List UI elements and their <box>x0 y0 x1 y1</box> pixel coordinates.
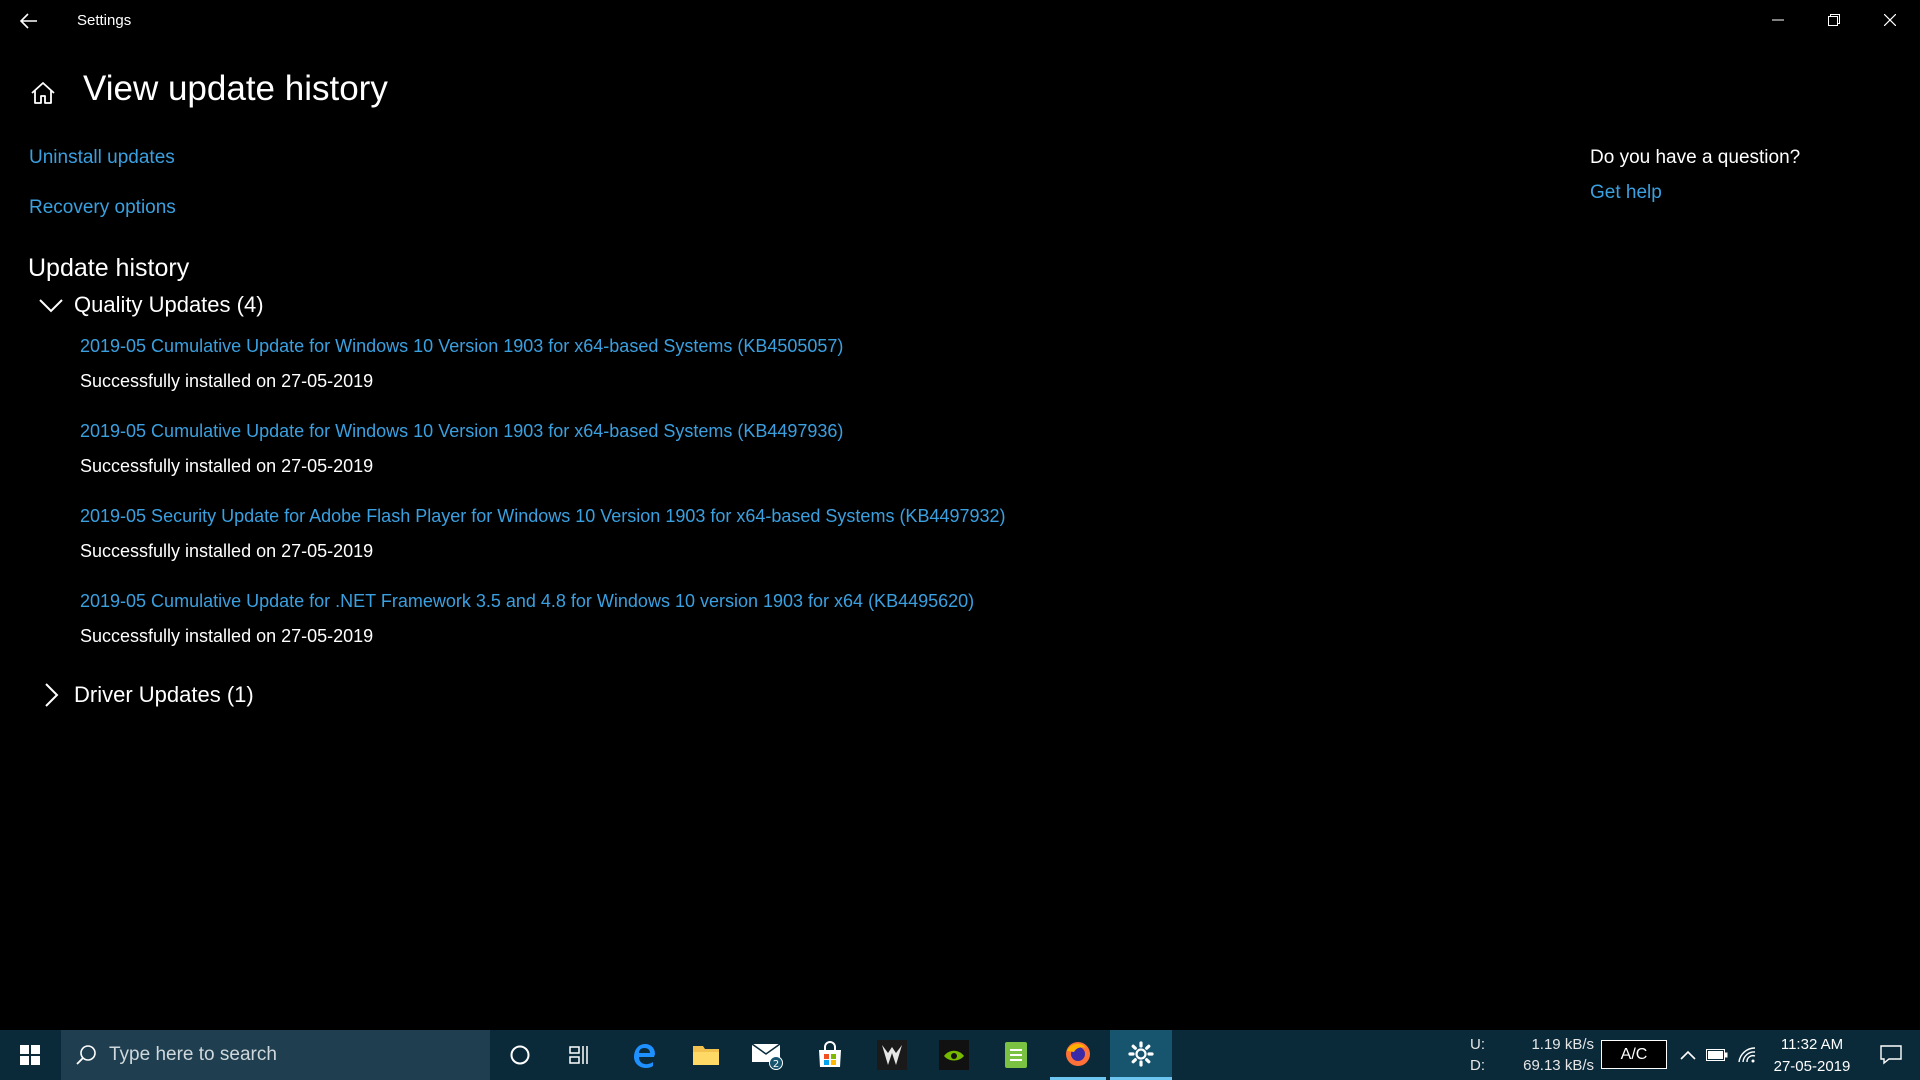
update-item: 2019-05 Cumulative Update for Windows 10… <box>80 336 1006 421</box>
cortana-icon <box>510 1045 530 1065</box>
notes-icon <box>1005 1042 1027 1068</box>
help-question: Do you have a question? <box>1590 147 1801 168</box>
action-center-button[interactable] <box>1866 1030 1916 1080</box>
minimize-button[interactable] <box>1750 0 1806 40</box>
battery-icon <box>1706 1049 1728 1061</box>
search-placeholder: Type here to search <box>109 1044 277 1065</box>
clock-time: 11:32 AM <box>1780 1036 1844 1053</box>
home-icon <box>31 82 55 104</box>
edge-button[interactable] <box>616 1030 672 1080</box>
notes-button[interactable] <box>988 1030 1044 1080</box>
close-icon <box>1884 14 1896 26</box>
update-status: Successfully installed on 27-05-2019 <box>80 456 374 476</box>
edge-icon <box>634 1044 655 1068</box>
net-upload-value: 1.19 kB/s <box>1531 1036 1594 1053</box>
update-status: Successfully installed on 27-05-2019 <box>80 371 374 391</box>
update-item: 2019-05 Security Update for Adobe Flash … <box>80 506 1006 591</box>
update-title-link[interactable]: 2019-05 Cumulative Update for .NET Frame… <box>80 591 1006 626</box>
mail-badge-count: 2 <box>773 1059 779 1070</box>
update-title-link[interactable]: 2019-05 Cumulative Update for Windows 10… <box>80 421 1006 456</box>
store-button[interactable] <box>802 1030 858 1080</box>
clock-date: 27-05-2019 <box>1773 1058 1851 1075</box>
quality-updates-label: Quality Updates (4) <box>74 292 264 317</box>
minimize-icon <box>1772 19 1784 21</box>
wifi-button[interactable] <box>1733 1030 1761 1080</box>
quality-updates-list: 2019-05 Cumulative Update for Windows 10… <box>80 336 1006 676</box>
taskbar: Type here to search 2 U: D: 1.19 kB/s 69… <box>0 1030 1920 1080</box>
mail-icon: 2 <box>751 1043 783 1070</box>
update-item: 2019-05 Cumulative Update for Windows 10… <box>80 421 1006 506</box>
update-history-heading: Update history <box>28 254 190 282</box>
uninstall-updates-link[interactable]: Uninstall updates <box>29 147 175 169</box>
net-upload-label: U: <box>1470 1036 1485 1053</box>
page-title: View update history <box>83 69 388 108</box>
taskbar-clock[interactable]: 11:32 AM 27-05-2019 <box>1764 1034 1860 1078</box>
settings-button[interactable] <box>1110 1030 1172 1080</box>
predator-button[interactable] <box>864 1030 920 1080</box>
network-speed-values: 1.19 kB/s 69.13 kB/s <box>1520 1034 1594 1076</box>
file-explorer-icon <box>693 1046 719 1065</box>
title-bar: Settings <box>0 0 1920 40</box>
net-download-value: 69.13 kB/s <box>1523 1057 1594 1074</box>
net-download-label: D: <box>1470 1057 1485 1074</box>
update-status: Successfully installed on 27-05-2019 <box>80 541 374 561</box>
back-button[interactable] <box>14 6 44 36</box>
update-item: 2019-05 Cumulative Update for .NET Frame… <box>80 591 1006 676</box>
nvidia-icon <box>939 1040 969 1070</box>
chevron-right-icon <box>45 683 59 707</box>
restore-icon <box>1828 14 1840 26</box>
update-status: Successfully installed on 27-05-2019 <box>80 626 374 646</box>
mail-button[interactable]: 2 <box>740 1030 796 1080</box>
quality-updates-group[interactable]: Quality Updates (4) <box>38 292 264 318</box>
chevron-up-icon <box>1680 1050 1696 1060</box>
home-button[interactable] <box>28 78 58 108</box>
start-button[interactable] <box>0 1030 60 1080</box>
app-title: Settings <box>77 12 132 29</box>
notification-icon <box>1880 1045 1902 1065</box>
recovery-options-link[interactable]: Recovery options <box>29 197 176 219</box>
close-button[interactable] <box>1862 0 1918 40</box>
ac-power-badge[interactable]: A/C <box>1601 1040 1667 1069</box>
firefox-button[interactable] <box>1050 1030 1106 1080</box>
task-view-icon <box>569 1046 588 1064</box>
predator-icon <box>877 1040 907 1070</box>
settings-icon <box>1128 1040 1154 1067</box>
cortana-button[interactable] <box>492 1030 548 1080</box>
restore-button[interactable] <box>1806 0 1862 40</box>
taskbar-search-box[interactable]: Type here to search <box>61 1030 490 1080</box>
chevron-down-icon <box>39 299 63 313</box>
get-help-link[interactable]: Get help <box>1590 182 1662 204</box>
battery-button[interactable] <box>1703 1030 1731 1080</box>
file-explorer-button[interactable] <box>678 1030 734 1080</box>
windows-logo-icon <box>20 1045 40 1065</box>
network-speed-labels: U: D: <box>1470 1034 1485 1076</box>
driver-updates-label: Driver Updates (1) <box>74 682 254 707</box>
store-icon <box>819 1041 841 1067</box>
firefox-icon <box>1066 1041 1090 1066</box>
update-title-link[interactable]: 2019-05 Security Update for Adobe Flash … <box>80 506 1006 541</box>
back-arrow-icon <box>20 13 37 29</box>
show-hidden-icons-button[interactable] <box>1674 1030 1702 1080</box>
driver-updates-group[interactable]: Driver Updates (1) <box>38 682 254 708</box>
wifi-icon <box>1738 1047 1756 1063</box>
nvidia-button[interactable] <box>926 1030 982 1080</box>
search-icon <box>76 1045 96 1065</box>
task-view-button[interactable] <box>552 1030 608 1080</box>
update-title-link[interactable]: 2019-05 Cumulative Update for Windows 10… <box>80 336 1006 371</box>
